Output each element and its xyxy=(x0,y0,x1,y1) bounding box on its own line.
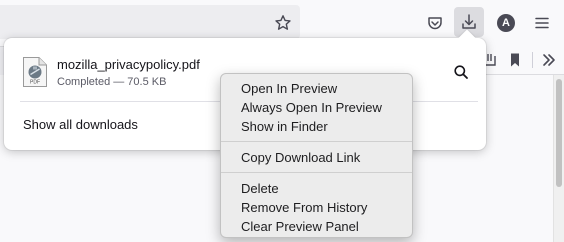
scrollbar-thumb[interactable] xyxy=(556,79,562,187)
menu-item-label: Remove From History xyxy=(241,200,368,215)
menu-item-label: Show in Finder xyxy=(241,119,328,134)
menu-separator xyxy=(221,141,412,142)
account-button[interactable]: A xyxy=(491,8,521,38)
download-context-menu: Open In Preview Always Open In Preview S… xyxy=(220,73,413,238)
hamburger-menu-icon[interactable] xyxy=(527,8,557,38)
menu-item-show-in-finder[interactable]: Show in Finder xyxy=(225,117,408,136)
magnifier-icon xyxy=(454,65,468,79)
star-icon[interactable] xyxy=(268,8,298,38)
menu-item-delete[interactable]: Delete xyxy=(225,179,408,198)
download-icon xyxy=(462,14,476,29)
show-all-downloads-label: Show all downloads xyxy=(23,117,138,132)
pdf-file-icon: PDF xyxy=(22,56,48,93)
toolbar-divider xyxy=(532,52,533,68)
menu-item-copy-download-link[interactable]: Copy Download Link xyxy=(225,148,408,167)
menu-item-label: Clear Preview Panel xyxy=(241,219,359,234)
menu-item-label: Delete xyxy=(241,181,279,196)
download-file-name: mozilla_privacypolicy.pdf xyxy=(57,57,200,72)
menu-item-label: Always Open In Preview xyxy=(241,100,382,115)
account-icon: A xyxy=(497,14,515,32)
pocket-icon[interactable] xyxy=(420,8,450,38)
menu-item-label: Open In Preview xyxy=(241,81,338,96)
menu-item-clear-preview-panel[interactable]: Clear Preview Panel xyxy=(225,217,408,236)
chevron-double-right-icon[interactable] xyxy=(536,46,562,74)
menu-item-open-in-preview[interactable]: Open In Preview xyxy=(225,79,408,98)
show-in-folder-button[interactable] xyxy=(448,59,474,85)
menu-item-label: Copy Download Link xyxy=(241,150,361,165)
menu-item-remove-from-history[interactable]: Remove From History xyxy=(225,198,408,217)
scrollbar[interactable] xyxy=(553,75,564,242)
download-status: Completed — 70.5 KB xyxy=(57,76,167,88)
file-type-label: PDF xyxy=(30,80,40,86)
bookmark-icon[interactable] xyxy=(504,46,526,74)
menu-item-always-open-in-preview[interactable]: Always Open In Preview xyxy=(225,98,408,117)
url-bar[interactable] xyxy=(0,5,300,39)
menu-separator xyxy=(221,172,412,173)
